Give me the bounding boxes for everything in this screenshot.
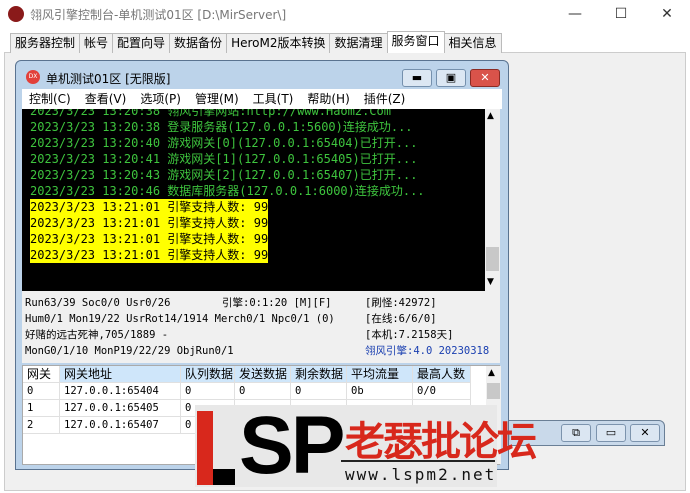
table-cell: 127.0.0.1:65407	[60, 417, 181, 434]
status-objects: Hum0/1 Mon19/22 UsrRot14/1914 Merch0/1 N…	[25, 313, 335, 325]
title-bar: 翎风引擎控制台-单机测试01区 [D:\MirServer\] — ☐ ✕	[0, 0, 690, 28]
table-row[interactable]: 0 127.0.0.1:65404 0 0 0 0b 0/0	[23, 383, 471, 400]
log-line: 2023/3/23 13:20:41 游戏网关[1](127.0.0.1:654…	[30, 152, 418, 166]
main-tabs: 服务器控制 帐号 配置向导 数据备份 HeroM2版本转换 数据清理 服务窗口 相关信息	[10, 31, 502, 53]
tab-3[interactable]: 数据备份	[169, 33, 228, 53]
minimize-button[interactable]: ▬	[402, 69, 432, 87]
table-cell: 2	[23, 417, 60, 434]
status-refresh: [刷怪:42972]	[365, 297, 437, 309]
scroll-down-icon[interactable]: ▼	[487, 277, 494, 287]
server-window-title: 单机测试01区 [无限版]	[46, 72, 171, 86]
app-icon: DX	[26, 70, 40, 84]
maximize-button[interactable]: ☐	[598, 0, 644, 28]
menu-item-0[interactable]: 控制(C)	[22, 89, 78, 109]
log-line: 2023/3/23 13:20:46 数据库服务器(127.0.0.1:6000…	[30, 184, 425, 198]
status-mon-group: MonG0/1/10 MonP19/22/29 ObjRun0/1	[25, 345, 234, 357]
menu-item-3[interactable]: 管理(M)	[188, 89, 246, 109]
restore-button[interactable]: ⧉	[561, 424, 591, 442]
tab-5[interactable]: 数据清理	[329, 33, 388, 53]
tab-0[interactable]: 服务器控制	[10, 33, 81, 53]
close-button[interactable]: ✕	[470, 69, 500, 87]
log-line: 2023/3/23 13:20:38 登录服务器(127.0.0.1:5600)…	[30, 120, 413, 134]
tab-6[interactable]: 服务窗口	[386, 31, 445, 53]
close-button[interactable]: ✕	[644, 0, 690, 28]
table-cell: 0	[23, 383, 60, 400]
maximize-button[interactable]: ▣	[436, 69, 466, 87]
watermark-name: 老瑟批论坛	[345, 419, 537, 465]
tab-1[interactable]: 帐号	[79, 33, 114, 53]
table-cell: 127.0.0.1:65405	[60, 400, 181, 417]
menu-item-5[interactable]: 帮助(H)	[300, 89, 356, 109]
status-engine-time: 引擎:0:1:20 [M][F]	[222, 297, 332, 309]
scroll-thumb[interactable]	[487, 383, 500, 399]
window-title: 翎风引擎控制台-单机测试01区 [D:\MirServer\]	[30, 8, 287, 22]
status-local: [本机:7.2158天]	[365, 329, 454, 341]
status-monster: 好赌的远古死神,705/1889 -	[25, 329, 169, 341]
menu-item-2[interactable]: 选项(P)	[133, 89, 188, 109]
log-line: 2023/3/23 13:20:43 游戏网关[2](127.0.0.1:654…	[30, 168, 418, 182]
menu-item-6[interactable]: 插件(Z)	[357, 89, 413, 109]
close-button[interactable]: ✕	[630, 424, 660, 442]
tab-2[interactable]: 配置向导	[112, 33, 171, 53]
log-line: 2023/3/23 13:21:01 引擎支持人数: 99	[30, 231, 269, 247]
column-header[interactable]: 队列数据	[181, 366, 235, 383]
grid-header: 网关 网关地址 队列数据 发送数据 剩余数据 平均流量 最高人数	[23, 366, 471, 383]
status-online: [在线:6/6/0]	[365, 313, 437, 325]
log-line: 2023/3/23 13:20:38 翎风引擎网站:http://www.Hao…	[30, 109, 391, 118]
column-header[interactable]: 剩余数据	[291, 366, 347, 383]
scroll-thumb[interactable]	[486, 247, 499, 271]
engine-version: 翎风引擎:4.0 20230318	[365, 345, 490, 357]
menu-item-4[interactable]: 工具(T)	[246, 89, 301, 109]
menu-bar: 控制(C) 查看(V) 选项(P) 管理(M) 工具(T) 帮助(H) 插件(Z)	[22, 89, 502, 109]
table-cell: 0	[291, 383, 347, 400]
table-cell: 127.0.0.1:65404	[60, 383, 181, 400]
tab-7[interactable]: 相关信息	[443, 33, 502, 53]
scroll-up-icon[interactable]: ▲	[487, 111, 494, 121]
table-cell: 0	[181, 383, 235, 400]
scroll-up-icon[interactable]: ▲	[488, 368, 495, 378]
watermark-logo: SP 老瑟批论坛 www.lspm2.net	[195, 400, 537, 491]
table-cell: 1	[23, 400, 60, 417]
log-line: 2023/3/23 13:21:01 引擎支持人数: 99	[30, 199, 269, 215]
column-header[interactable]: 网关地址	[60, 366, 181, 383]
table-cell: 0	[235, 383, 291, 400]
log-line: 2023/3/23 13:21:01 引擎支持人数: 99	[30, 215, 269, 231]
column-header[interactable]: 平均流量	[347, 366, 413, 383]
menu-item-1[interactable]: 查看(V)	[78, 89, 134, 109]
minimize-button[interactable]: —	[552, 0, 598, 28]
maximize-button[interactable]: ▭	[596, 424, 626, 442]
column-header[interactable]: 网关	[23, 366, 60, 383]
table-cell: 0b	[347, 383, 413, 400]
log-line: 2023/3/23 13:21:01 引擎支持人数: 99	[30, 247, 269, 263]
tab-4[interactable]: HeroM2版本转换	[226, 33, 331, 53]
table-cell: 0/0	[413, 383, 471, 400]
app-logo-icon	[8, 6, 24, 22]
log-scrollbar[interactable]: ▲ ▼	[485, 109, 500, 291]
column-header[interactable]: 发送数据	[235, 366, 291, 383]
column-header[interactable]: 最高人数	[413, 366, 471, 383]
watermark-url: www.lspm2.net	[345, 465, 497, 484]
log-line: 2023/3/23 13:20:40 游戏网关[0](127.0.0.1:654…	[30, 136, 418, 150]
status-run: Run63/39 Soc0/0 Usr0/26	[25, 297, 171, 309]
status-panel: Run63/39 Soc0/0 Usr0/26 引擎:0:1:20 [M][F]…	[22, 291, 500, 363]
log-console: 2023/3/23 13:20:38 翎风引擎网站:http://www.Hao…	[22, 109, 485, 291]
